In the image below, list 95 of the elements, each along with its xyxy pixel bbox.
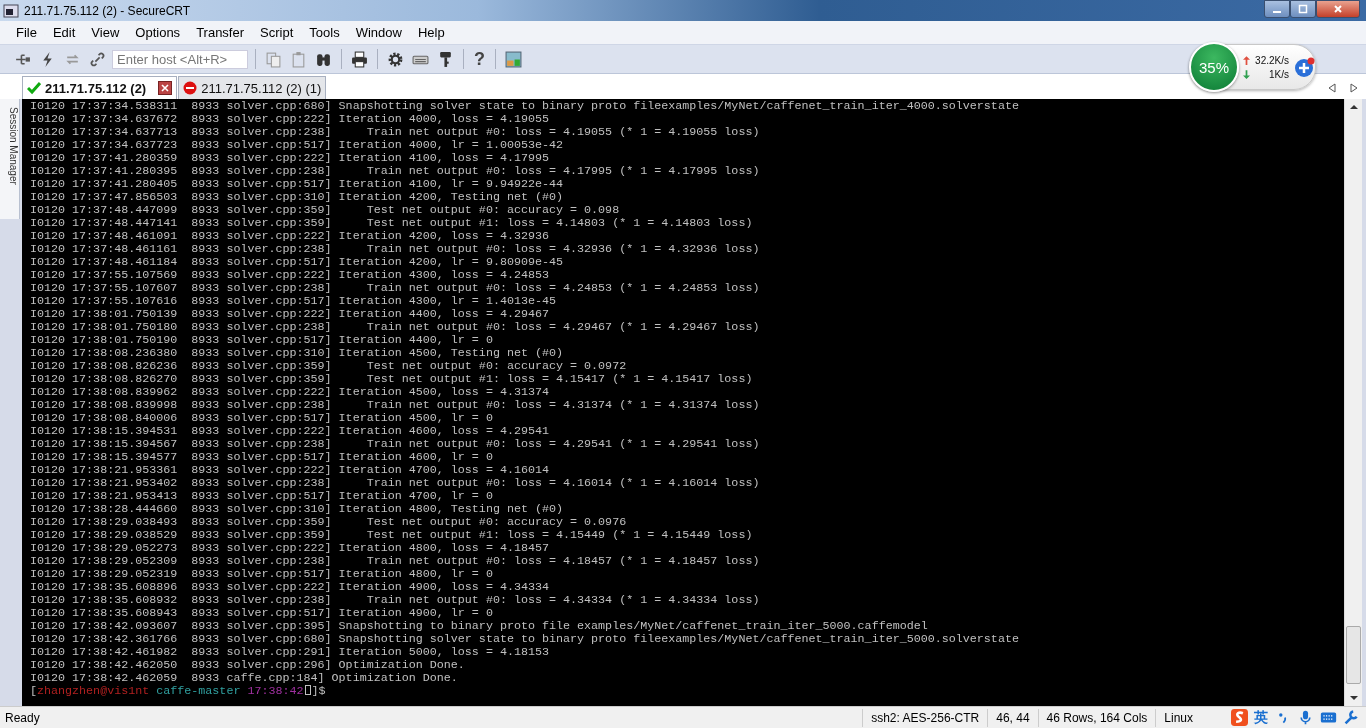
minimize-button[interactable]: [1264, 0, 1290, 18]
terminal-line: I0120 17:37:34.637723 8933 solver.cpp:517] Iteration 4000, lr = 1.00053e-42: [30, 139, 565, 152]
status-cell: Linux: [1155, 708, 1201, 727]
window-title: 211.71.75.112 (2) - SecureCRT: [24, 3, 191, 18]
menu-item[interactable]: Options: [127, 25, 189, 40]
terminal-line: I0120 17:37:55.107569 8933 solver.cpp:222] Iteration 4300, loss = 4.24853: [30, 269, 550, 282]
terminal-line: I0120 17:37:48.461091 8933 solver.cpp:222] Iteration 4200, loss = 4.32936: [30, 230, 550, 243]
status-cell: 46, 44: [987, 708, 1038, 727]
close-button[interactable]: [1316, 0, 1360, 18]
status-cell: ssh2: AES-256-CTR: [862, 708, 988, 727]
session-tab[interactable]: 211.71.75.112 (2): [22, 76, 178, 99]
menu-item[interactable]: Window: [347, 25, 410, 40]
terminal-line: I0120 17:38:01.750139 8933 solver.cpp:222] Iteration 4400, loss = 4.29467: [30, 308, 550, 321]
terminal-line: I0120 17:38:15.394531 8933 solver.cpp:222] Iteration 4600, loss = 4.29541: [30, 425, 550, 438]
terminal-line: I0120 17:38:29.038493 8933 solver.cpp:359] Test net output #0: accuracy = 0.0976: [30, 516, 628, 529]
session-tab[interactable]: 211.71.75.112 (2) (1): [178, 76, 327, 99]
maximize-button[interactable]: [1290, 0, 1316, 18]
menu-item[interactable]: File: [8, 25, 45, 40]
window-icon[interactable]: [503, 50, 524, 68]
check-icon: [27, 81, 41, 95]
terminal-line: I0120 17:38:08.839998 8933 solver.cpp:238] Train net output #0: loss = 4.31374 (* 1 = 4.31374 loss): [30, 399, 761, 412]
terminal-line: I0120 17:37:48.447099 8933 solver.cpp:359] Test net output #0: accuracy = 0.098: [30, 204, 621, 217]
terminal-line: I0120 17:37:34.637672 8933 solver.cpp:222] Iteration 4000, loss = 4.19055: [30, 113, 550, 126]
upload-speed: 32.2K/s: [1255, 54, 1289, 66]
keyboard-icon[interactable]: [1320, 709, 1337, 726]
terminal-line: I0120 17:38:01.750180 8933 solver.cpp:238] Train net output #0: loss = 4.29467 (* 1 = 4.29467 loss): [30, 321, 761, 334]
terminal-line: I0120 17:38:29.052309 8933 solver.cpp:238] Train net output #0: loss = 4.18457 (* 1 = 4.18457 loss): [30, 555, 761, 568]
menu-item[interactable]: Help: [409, 25, 453, 40]
wrench-icon[interactable]: [1343, 709, 1360, 726]
close-tab-icon[interactable]: [158, 81, 173, 95]
terminal-line: I0120 17:38:15.394577 8933 solver.cpp:517] Iteration 4600, lr = 0: [30, 451, 494, 464]
menu-item[interactable]: Tools: [301, 25, 348, 40]
no-entry-icon: [183, 81, 198, 95]
terminal-line: I0120 17:38:35.608896 8933 solver.cpp:222] Iteration 4900, loss = 4.34334: [30, 581, 550, 594]
right-arrow-icon[interactable]: [1350, 83, 1358, 93]
scroll-up-icon[interactable]: [1348, 104, 1359, 110]
terminal-line: I0120 17:38:42.093607 8933 solver.cpp:395] Snapshotting to binary proto file examples/MyNet/caffenet_train_iter_5000.caffemodel: [30, 620, 929, 633]
left-arrow-icon[interactable]: [1328, 83, 1336, 93]
terminal-line: I0120 17:37:55.107616 8933 solver.cpp:517] Iteration 4300, lr = 1.4013e-45: [30, 295, 558, 308]
terminal-line: I0120 17:38:35.608932 8933 solver.cpp:238] Train net output #0: loss = 4.34334 (* 1 = 4.34334 loss): [30, 594, 761, 607]
ime-language-toggle[interactable]: 英: [1254, 708, 1268, 727]
printer-icon[interactable]: [349, 50, 370, 68]
terminal-line: I0120 17:38:29.052273 8933 solver.cpp:222] Iteration 4800, loss = 4.18457: [30, 542, 550, 555]
terminal-line: I0120 17:38:21.953402 8933 solver.cpp:238] Train net output #0: loss = 4.16014 (* 1 = 4.16014 loss): [30, 477, 761, 490]
terminal-screen[interactable]: [20, 99, 1344, 706]
menu-item[interactable]: Script: [252, 25, 302, 40]
terminal-line: I0120 17:38:21.953361 8933 solver.cpp:222] Iteration 4700, loss = 4.16014: [30, 464, 550, 477]
download-speed: 1K/s: [1269, 68, 1289, 80]
status-text: Ready: [4, 710, 40, 725]
terminal-line: I0120 17:37:41.280405 8933 solver.cpp:517] Iteration 4100, lr = 9.94922e-44: [30, 178, 565, 191]
terminal-line: I0120 17:38:42.461982 8933 solver.cpp:291] Iteration 5000, loss = 4.18153: [30, 646, 550, 659]
minimize-icon: [1273, 11, 1281, 13]
menu-item[interactable]: Transfer: [188, 25, 253, 40]
scroll-down-icon[interactable]: [1348, 695, 1359, 701]
close-icon: [1333, 4, 1343, 14]
terminal-line: I0120 17:38:08.826270 8933 solver.cpp:359] Test net output #1: loss = 4.15417 (* 1 = 4.15417 loss): [30, 373, 754, 386]
download-arrow-icon: [1243, 69, 1250, 79]
terminal-line: I0120 17:38:01.750190 8933 solver.cpp:517] Iteration 4400, lr = 0: [30, 334, 494, 347]
terminal-line: I0120 17:38:08.840006 8933 solver.cpp:517] Iteration 4500, lr = 0: [30, 412, 494, 425]
terminal-line: I0120 17:37:55.107607 8933 solver.cpp:238] Train net output #0: loss = 4.24853 (* 1 = 4.24853 loss): [30, 282, 761, 295]
terminal-line: I0120 17:37:48.447141 8933 solver.cpp:359] Test net output #1: loss = 4.14803 (* 1 = 4.14803 loss): [30, 217, 754, 230]
plus-icon[interactable]: [1293, 56, 1315, 78]
terminal-line: I0120 17:38:42.462050 8933 solver.cpp:296] Optimization Done.: [30, 659, 466, 672]
terminal-line: I0120 17:38:29.052319 8933 solver.cpp:517] Iteration 4800, lr = 0: [30, 568, 494, 581]
ime-logo-icon[interactable]: [1231, 709, 1248, 726]
terminal-line: I0120 17:38:29.038529 8933 solver.cpp:359] Test net output #1: loss = 4.15449 (* 1 = 4.15449 loss): [30, 529, 754, 542]
terminal-icon: [3, 2, 19, 19]
terminal-line: I0120 17:38:08.236380 8933 solver.cpp:310] Iteration 4500, Testing net (#0): [30, 347, 565, 360]
help-button[interactable]: ?: [471, 48, 488, 70]
menu-item[interactable]: View: [83, 25, 128, 40]
session-manager-tab[interactable]: Session Manager: [0, 99, 20, 219]
terminal-line: I0120 17:37:47.856503 8933 solver.cpp:310] Iteration 4200, Testing net (#0): [30, 191, 565, 204]
menu-item[interactable]: Edit: [44, 25, 84, 40]
network-speed-widget[interactable]: 35% 32.2K/s 1K/s: [1190, 44, 1316, 90]
status-cell: 46 Rows, 164 Cols: [1037, 708, 1156, 727]
terminal-line: I0120 17:38:15.394567 8933 solver.cpp:238] Train net output #0: loss = 4.29541 (* 1 = 4.29541 loss): [30, 438, 761, 451]
upload-arrow-icon: [1243, 55, 1250, 65]
terminal-line: I0120 17:37:41.280395 8933 solver.cpp:238] Train net output #0: loss = 4.17995 (* 1 = 4.17995 loss): [30, 165, 761, 178]
terminal-line: I0120 17:38:42.361766 8933 solver.cpp:680] Snapshotting solver state to binary proto fileexamples/MyNet/caffenet_train_iter_5000.solverstate: [30, 633, 1020, 646]
terminal-line: I0120 17:38:28.444660 8933 solver.cpp:310] Iteration 4800, Testing net (#0): [30, 503, 565, 516]
terminal-line: I0120 17:38:35.608943 8933 solver.cpp:517] Iteration 4900, lr = 0: [30, 607, 494, 620]
terminal-line: I0120 17:38:42.462059 8933 caffe.cpp:184] Optimization Done.: [30, 672, 459, 685]
terminal-line: I0120 17:37:48.461161 8933 solver.cpp:238] Train net output #0: loss = 4.32936 (* 1 = 4.32936 loss): [30, 243, 761, 256]
scroll-thumb[interactable]: [1346, 626, 1361, 684]
shell-prompt: [zhangzhen@vis1nt caffe-master 17:38:42 ]$: [30, 685, 327, 698]
terminal-line: I0120 17:38:08.839962 8933 solver.cpp:222] Iteration 4500, loss = 4.31374: [30, 386, 550, 399]
terminal-line: I0120 17:37:48.461184 8933 solver.cpp:517] Iteration 4200, lr = 9.80909e-45: [30, 256, 565, 269]
terminal-line: I0120 17:37:41.280359 8933 solver.cpp:222] Iteration 4100, loss = 4.17995: [30, 152, 550, 165]
maximize-icon: [1298, 4, 1308, 14]
terminal-line: I0120 17:37:34.538311 8933 solver.cpp:680] Snapshotting solver state to binary proto fileexamples/MyNet/caffenet_train_iter_4000.solverstate: [30, 100, 1020, 113]
host-field[interactable]: Enter host <Alt+R>: [112, 49, 248, 69]
scrollbar[interactable]: [1344, 99, 1362, 706]
terminal-line: I0120 17:38:08.826236 8933 solver.cpp:359] Test net output #0: accuracy = 0.0972: [30, 360, 628, 373]
terminal-line: I0120 17:38:21.953413 8933 solver.cpp:517] Iteration 4700, lr = 0: [30, 490, 494, 503]
terminal-line: I0120 17:37:34.637713 8933 solver.cpp:238] Train net output #0: loss = 4.19055 (* 1 = 4.19055 loss): [30, 126, 761, 139]
